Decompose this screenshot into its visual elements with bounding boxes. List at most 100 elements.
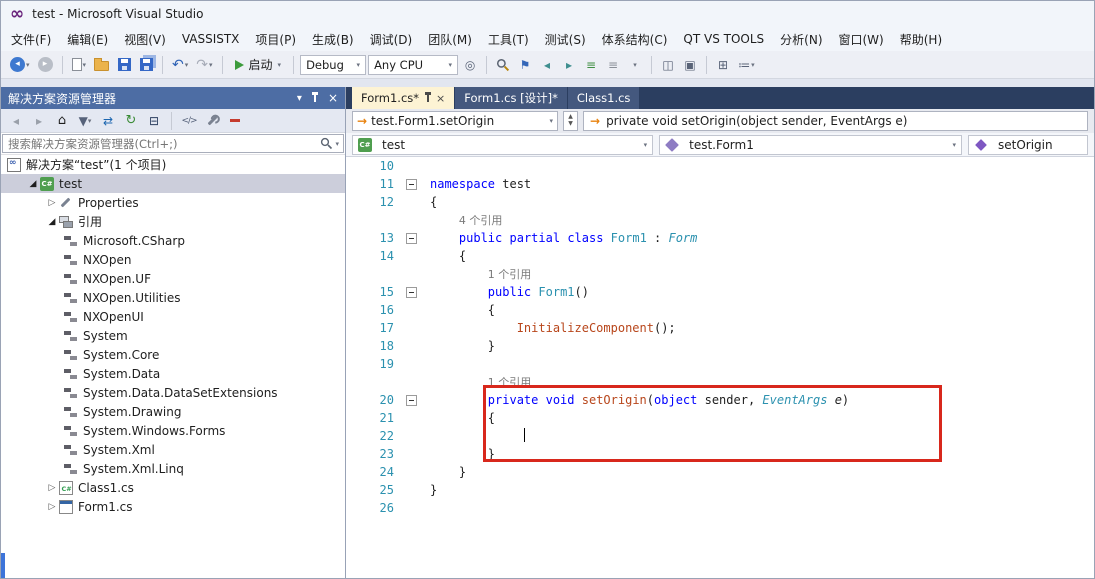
- search-input[interactable]: [2, 134, 344, 153]
- code-line[interactable]: 4 个引用: [346, 211, 1094, 229]
- document-tab[interactable]: Class1.cs: [567, 87, 640, 109]
- menu-item[interactable]: 项目(P): [247, 28, 304, 51]
- code-line[interactable]: 24 }: [346, 463, 1094, 481]
- va-definition-field[interactable]: → private void setOrigin(object sender, …: [583, 111, 1088, 131]
- menu-item[interactable]: VASSISTX: [174, 29, 248, 49]
- forward-button[interactable]: ▸: [29, 111, 49, 131]
- menu-item[interactable]: 体系结构(C): [594, 28, 676, 51]
- save-button[interactable]: [114, 54, 134, 76]
- collapse-all-button[interactable]: ⊟: [144, 111, 164, 131]
- tree-item[interactable]: ▷ Class1.cs: [1, 478, 345, 497]
- chevron-down-icon[interactable]: ▾: [335, 140, 339, 148]
- code-line[interactable]: 12 {: [346, 193, 1094, 211]
- code-line[interactable]: 19: [346, 355, 1094, 373]
- va-context-dropdown[interactable]: → test.Form1.setOrigin ▾: [352, 111, 558, 131]
- menu-item[interactable]: 编辑(E): [59, 28, 116, 51]
- pin-icon[interactable]: [425, 91, 432, 102]
- code-line[interactable]: 11 namespace test: [346, 175, 1094, 193]
- menu-item[interactable]: 调试(D): [362, 28, 421, 51]
- code-editor[interactable]: 10 11 namespace test 12 { 4 个引用 13 public par…: [346, 157, 1094, 578]
- solution-platform-dropdown[interactable]: Any CPU ▾: [368, 54, 459, 75]
- tree-item[interactable]: System.Core: [1, 345, 345, 364]
- navigate-back-button[interactable]: ◂ ▾: [7, 54, 33, 76]
- comment-button[interactable]: ≡: [581, 54, 601, 76]
- menu-item[interactable]: 工具(T): [480, 28, 537, 51]
- code-line[interactable]: 17 InitializeComponent();: [346, 319, 1094, 337]
- member-dropdown[interactable]: setOrigin: [968, 134, 1088, 155]
- code-line[interactable]: 16 {: [346, 301, 1094, 319]
- code-line[interactable]: 10: [346, 157, 1094, 175]
- tree-item[interactable]: ▷ Form1.cs: [1, 497, 345, 516]
- uncomment-button[interactable]: ≡: [603, 54, 623, 76]
- attach-process-button[interactable]: ◎: [460, 54, 480, 76]
- filter-button[interactable]: ▼ ▾: [75, 111, 95, 131]
- code-line[interactable]: 15 public Form1(): [346, 283, 1094, 301]
- menu-item[interactable]: 分析(N): [772, 28, 830, 51]
- menu-item[interactable]: 测试(S): [537, 28, 594, 51]
- back-button[interactable]: ◂: [6, 111, 26, 131]
- close-icon[interactable]: ×: [328, 91, 338, 105]
- menu-item[interactable]: 窗口(W): [831, 28, 892, 51]
- navigate-forward-button[interactable]: ▸: [35, 54, 56, 76]
- code-line[interactable]: 1 个引用: [346, 373, 1094, 391]
- document-tab[interactable]: Form1.cs* ×: [352, 87, 455, 109]
- add-item-button[interactable]: ⊞: [713, 54, 733, 76]
- sync-with-active-document-button[interactable]: ⇄: [98, 111, 118, 131]
- fold-collapse-icon[interactable]: [405, 232, 417, 244]
- codelens-references[interactable]: 1 个引用: [488, 376, 532, 389]
- tree-item[interactable]: Microsoft.CSharp: [1, 231, 345, 250]
- menu-item[interactable]: 帮助(H): [892, 28, 950, 51]
- fold-collapse-icon[interactable]: [405, 286, 417, 298]
- refresh-button[interactable]: ↻: [121, 111, 141, 131]
- tree-item[interactable]: NXOpen: [1, 250, 345, 269]
- tree-item[interactable]: System.Data.DataSetExtensions: [1, 383, 345, 402]
- search-icon[interactable]: [320, 137, 333, 150]
- code-line[interactable]: 14 {: [346, 247, 1094, 265]
- tree-item[interactable]: ◢ test: [1, 174, 345, 193]
- new-file-button[interactable]: ▾: [69, 54, 90, 76]
- undo-button[interactable]: ↶ ▾: [169, 54, 191, 76]
- menu-item[interactable]: QT VS TOOLS: [675, 29, 772, 49]
- code-line[interactable]: 21 {: [346, 409, 1094, 427]
- bookmark-button[interactable]: ⚑: [515, 54, 535, 76]
- code-line[interactable]: 20 private void setOrigin(object sender,…: [346, 391, 1094, 409]
- solution-explorer-header[interactable]: 解决方案资源管理器 ▾ ×: [1, 87, 345, 109]
- collapsed-arrow-icon[interactable]: ▷: [45, 483, 59, 493]
- code-line[interactable]: 23 }: [346, 445, 1094, 463]
- tree-item[interactable]: System: [1, 326, 345, 345]
- codelens-references[interactable]: 1 个引用: [488, 268, 532, 281]
- codelens-references[interactable]: 4 个引用: [459, 214, 503, 227]
- start-debugging-button[interactable]: 启动 ▾: [229, 54, 288, 76]
- title-bar[interactable]: ∞ test - Microsoft Visual Studio: [1, 1, 1094, 27]
- home-button[interactable]: ⌂: [52, 111, 72, 131]
- solution-configuration-dropdown[interactable]: Debug ▾: [300, 54, 367, 75]
- tree-item[interactable]: System.Drawing: [1, 402, 345, 421]
- save-all-button[interactable]: [136, 54, 156, 76]
- redo-button[interactable]: ↷ ▾: [193, 54, 215, 76]
- code-line[interactable]: 26: [346, 499, 1094, 517]
- navigate-next-button[interactable]: ▸: [559, 54, 579, 76]
- collapsed-arrow-icon[interactable]: ▷: [45, 502, 59, 512]
- properties-button[interactable]: [202, 111, 222, 131]
- find-in-files-button[interactable]: [493, 54, 513, 76]
- window-layout-button[interactable]: ◫: [658, 54, 678, 76]
- tree-item[interactable]: ◢ 引用: [1, 212, 345, 231]
- dock-window-button[interactable]: ▣: [680, 54, 700, 76]
- tree-item[interactable]: System.Data: [1, 364, 345, 383]
- tree-item[interactable]: 解决方案“test”(1 个项目): [1, 155, 345, 174]
- window-position-button[interactable]: ▾: [297, 93, 302, 104]
- project-dropdown[interactable]: test ▾: [352, 134, 654, 155]
- code-line[interactable]: 13 public partial class Form1 : Form: [346, 229, 1094, 247]
- tree-item[interactable]: ▷ Properties: [1, 193, 345, 212]
- menu-item[interactable]: 视图(V): [116, 28, 174, 51]
- tree-item[interactable]: NXOpenUI: [1, 307, 345, 326]
- tree-item[interactable]: System.Xml.Linq: [1, 459, 345, 478]
- code-line[interactable]: 25}: [346, 481, 1094, 499]
- menu-item[interactable]: 生成(B): [304, 28, 362, 51]
- pin-icon[interactable]: [311, 91, 318, 102]
- fold-collapse-icon[interactable]: [405, 394, 417, 406]
- toolbar-overflow-button[interactable]: ▾: [625, 54, 645, 76]
- code-line[interactable]: 1 个引用: [346, 265, 1094, 283]
- type-dropdown[interactable]: test.Form1 ▾: [659, 134, 962, 155]
- tree-item[interactable]: System.Windows.Forms: [1, 421, 345, 440]
